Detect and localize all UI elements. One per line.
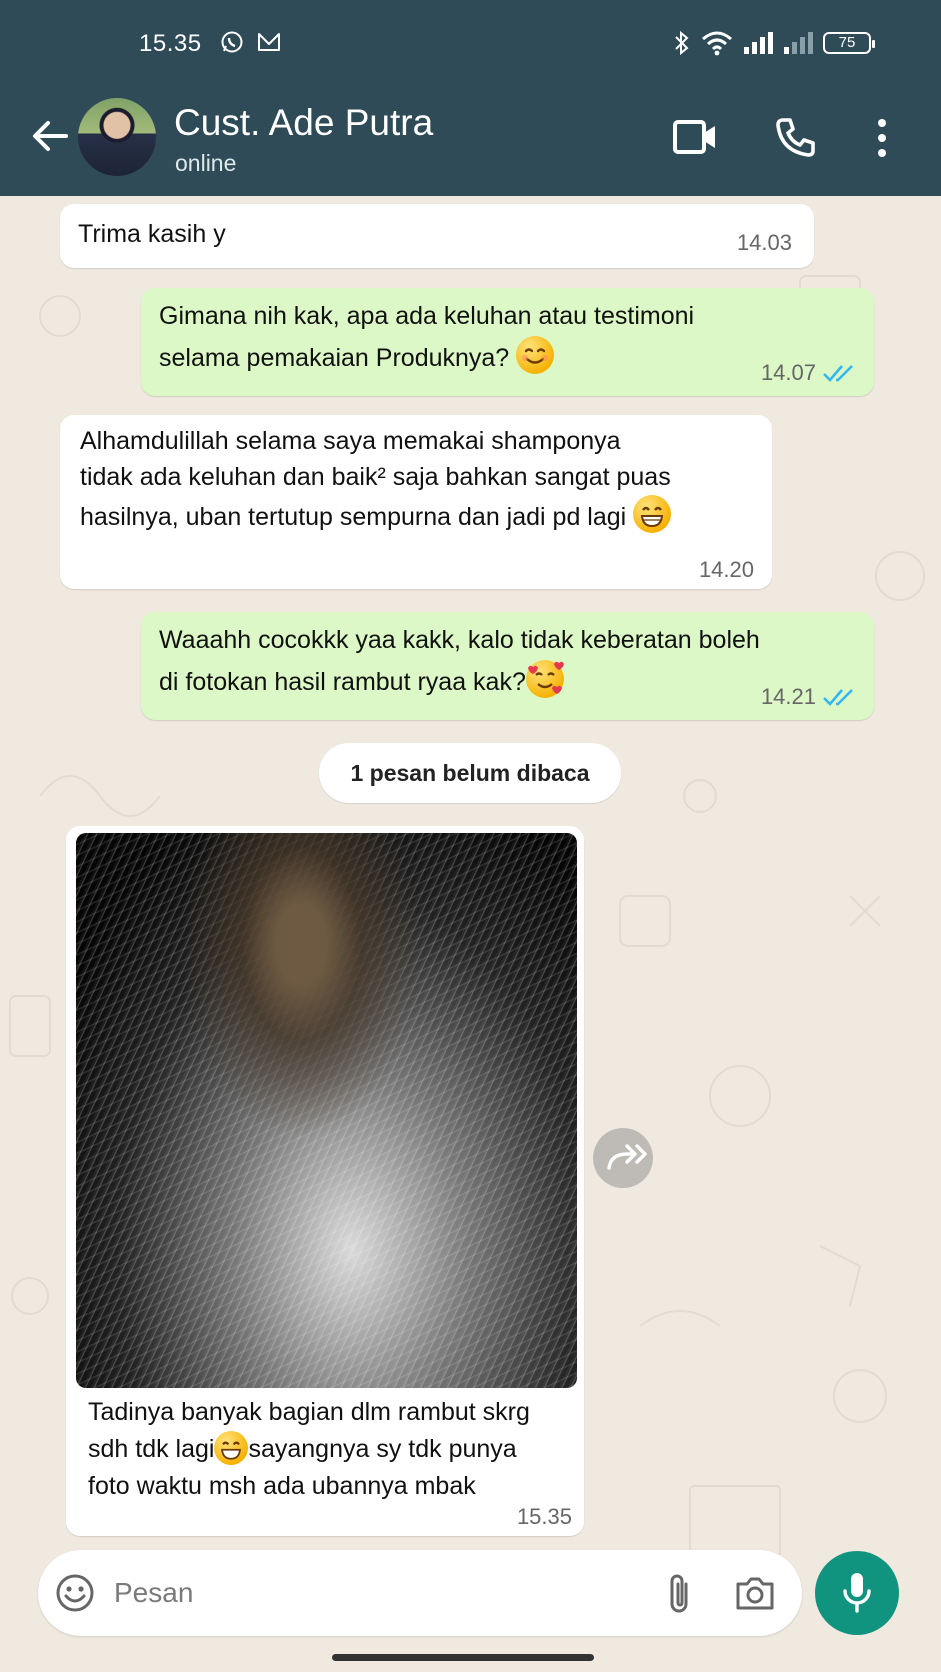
message-outgoing[interactable]: Waaahh cocokkk yaa kakk, kalo tidak kebe… <box>141 612 874 720</box>
message-line: foto waktu msh ada ubannya mbak <box>88 1472 476 1500</box>
message-text: Trima kasih y <box>78 220 226 248</box>
mic-button[interactable] <box>815 1551 899 1635</box>
message-outgoing[interactable]: Gimana nih kak, apa ada keluhan atau tes… <box>141 288 874 396</box>
message-time: 14.07 <box>760 360 816 385</box>
read-receipt-icon <box>823 365 853 382</box>
grinning-face-icon <box>633 495 672 533</box>
camera-icon[interactable] <box>734 1574 776 1612</box>
avatar[interactable] <box>78 98 156 176</box>
more-vert-icon[interactable] <box>872 118 892 158</box>
message-line: Tadinya banyak bagian dlm rambut skrg <box>88 1398 530 1426</box>
status-icons: 75 <box>673 30 875 56</box>
message-line: Waaahh cocokkk yaa kakk, kalo tidak kebe… <box>159 626 760 654</box>
unread-divider: 1 pesan belum dibaca <box>319 743 621 803</box>
message-text: Alhamdulillah selama saya memakai shampo… <box>80 423 760 535</box>
contact-status: online <box>175 150 237 176</box>
message-incoming[interactable]: Trima kasih y 14.03 <box>60 204 814 268</box>
message-composer <box>38 1550 802 1636</box>
mic-icon <box>843 1573 871 1613</box>
message-line: sdh tdk lagi <box>88 1435 215 1463</box>
home-indicator[interactable] <box>332 1654 594 1661</box>
battery-indicator: 75 <box>823 32 875 54</box>
message-caption: Tadinya banyak bagian dlm rambut skrg sd… <box>88 1394 578 1505</box>
contact-name[interactable]: Cust. Ade Putra <box>174 102 433 144</box>
emoji-icon[interactable] <box>55 1573 95 1613</box>
message-input[interactable] <box>114 1570 614 1616</box>
message-line: hasilnya, uban tertutup sempurna dan jad… <box>80 503 627 531</box>
message-time: 14.21 <box>760 684 816 709</box>
message-text: Waaahh cocokkk yaa kakk, kalo tidak kebe… <box>159 620 859 702</box>
forward-button[interactable] <box>593 1128 653 1188</box>
status-time: 15.35 <box>139 30 202 57</box>
message-line: sayangnya sy tdk punya <box>248 1435 517 1463</box>
message-line: Gimana nih kak, apa ada keluhan atau tes… <box>159 302 695 330</box>
video-call-icon[interactable] <box>672 118 718 156</box>
wifi-icon <box>702 31 732 56</box>
chat-header: 15.35 75 Cust. Ade Putra online <box>0 0 941 196</box>
signal-icon <box>784 32 813 54</box>
whatsapp-icon <box>221 31 243 53</box>
phone-icon[interactable] <box>774 116 816 158</box>
message-incoming[interactable]: Alhamdulillah selama saya memakai shampo… <box>60 415 772 589</box>
grinning-face-icon <box>214 1431 249 1465</box>
message-text: Gimana nih kak, apa ada keluhan atau tes… <box>159 296 859 378</box>
message-line: Alhamdulillah selama saya memakai shampo… <box>80 427 621 455</box>
mail-icon <box>258 33 280 51</box>
message-time: 14.03 <box>736 230 792 255</box>
message-line: selama pemakaian Produknya? <box>159 344 510 372</box>
message-line: tidak ada keluhan dan baik² saja bahkan … <box>80 463 671 491</box>
message-time: 14.20 <box>698 557 754 582</box>
read-receipt-icon <box>823 689 853 706</box>
smiling-face-icon <box>516 336 555 374</box>
smiling-face-with-hearts-icon <box>525 660 564 698</box>
hair-photo[interactable] <box>76 833 577 1388</box>
attach-icon[interactable] <box>664 1572 696 1616</box>
message-line: di fotokan hasil rambut ryaa kak? <box>159 668 526 696</box>
back-arrow-icon[interactable] <box>28 115 70 157</box>
forward-icon <box>607 1144 647 1170</box>
bluetooth-icon <box>675 30 689 56</box>
message-time: 15.35 <box>516 1504 572 1529</box>
signal-icon <box>744 32 773 54</box>
